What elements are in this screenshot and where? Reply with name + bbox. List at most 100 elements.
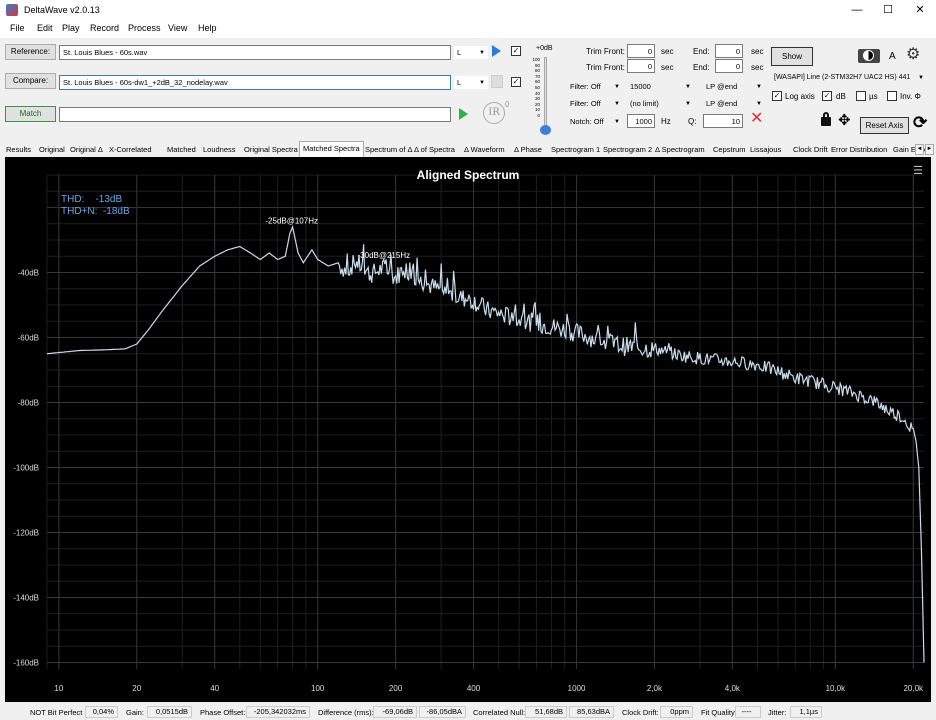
volume-ticks: 100 90 80 70 60 50 40 30 20 10 0 [532,57,540,118]
tab-waveform[interactable]: Δ Waveform [461,143,508,157]
gain-label: Gain: [126,708,144,717]
volume-slider-handle[interactable] [540,125,551,135]
font-size-button[interactable]: A [889,51,896,62]
difference-value: -69,06dB [373,706,417,718]
compare-button[interactable]: Compare: [5,73,56,89]
us-checkbox[interactable] [856,91,866,101]
notch-frequency-input[interactable]: 1000 [627,114,655,128]
sec-label: sec [661,47,674,56]
tab-results[interactable]: Results [3,143,34,157]
trim-front-label-2: Trim Front: [586,63,625,72]
match-button[interactable]: Match [5,106,56,122]
trim-front-input-2[interactable]: 0 [627,59,655,73]
phase-offset-label: Phase Offset: [200,708,246,717]
spectrum-plot[interactable]: -40dB -60dB -80dB -100dB -120dB -140dB -160dB … [5,157,931,702]
reference-button[interactable]: Reference: [5,44,56,60]
close-button[interactable]: ✕ [905,0,935,20]
invert-phase-label: Inv. Φ [900,92,921,101]
reference-file-input[interactable]: St. Louis Blues - 60s.wav [59,45,451,60]
y-tick-label: -120dB [13,529,39,538]
compare-checkbox[interactable]: ✓ [511,77,521,87]
y-tick-label: -80dB [18,399,39,408]
clock-drift-label: Clock Drift: [622,708,659,717]
tab-spectrogram[interactable]: Δ Spectrogram [652,143,708,157]
filter2-lp-select[interactable]: LP @end ▼ [703,97,765,110]
menu-file[interactable]: File [10,23,25,33]
q-input[interactable]: 10 [703,114,743,128]
play-reference-icon[interactable] [492,45,501,57]
menu-play[interactable]: Play [62,23,80,33]
tab-original[interactable]: Original Δ [67,143,106,157]
filter1-lp-select[interactable]: LP @end ▼ [703,80,765,93]
tab-original[interactable]: Original [36,143,68,157]
tab-loudness[interactable]: Loudness [200,143,239,157]
menu-help[interactable]: Help [198,23,217,33]
ir-icon[interactable]: IR [483,102,505,124]
minimize-button[interactable]: — [842,0,872,20]
tab-error-distribution[interactable]: Error Distribution [828,143,890,157]
filter1-frequency-select[interactable]: 15000 ▼ [627,80,694,93]
tab-x-correlated[interactable]: X-Correlated [106,143,155,157]
filter1-select[interactable]: Filter: Off ▼ [567,80,623,93]
filter2-frequency-select[interactable]: (no limit) ▼ [627,97,694,110]
tab-matched[interactable]: Matched [164,143,199,157]
maximize-button[interactable]: ☐ [873,0,903,20]
y-tick-label: -100dB [13,464,39,473]
refresh-icon[interactable]: ⟳ [913,114,927,132]
correlated-null-value: 51,68dB [525,706,567,718]
app-icon [6,4,18,16]
tab-spectrogram-1[interactable]: Spectrogram 1 [548,143,603,157]
invert-phase-checkbox[interactable] [887,91,897,101]
tab-phase[interactable]: Δ Phase [511,143,545,157]
plot-settings-icon[interactable]: ☰ [913,166,923,177]
db-checkbox[interactable]: ✓ [822,91,832,101]
notch-select[interactable]: Notch: Off ▼ [567,115,623,128]
y-tick-label: -140dB [13,594,39,603]
tab-lissajous[interactable]: Lissajous [747,143,784,157]
compare-channel-select[interactable]: L ▼ [454,76,488,89]
x-tick-label: 10,0k [826,684,847,693]
filter2-select[interactable]: Filter: Off ▼ [567,97,623,110]
menu-view[interactable]: View [168,23,187,33]
correlated-null-label: Correlated Null: [473,708,526,717]
log-axis-checkbox[interactable]: ✓ [772,91,782,101]
audio-device-select[interactable]: [WASAPI] Line (2-STM32H7 UAC2 HS) 441 ▼ [771,71,927,84]
compare-file-input[interactable]: St. Louis Blues - 60s-dw1_+2dB_32_nodela… [59,75,451,90]
lock-icon[interactable] [821,112,831,126]
tab-scroll-right-icon[interactable]: ► [925,144,934,155]
pan-move-icon[interactable]: ✥ [838,113,851,129]
db-label: dB [836,92,846,101]
gain-value: 0,0515dB [147,706,192,718]
show-button[interactable]: Show [771,47,813,66]
menu-process[interactable]: Process [128,23,161,33]
tab-cepstrum[interactable]: Cepstrum [710,143,749,157]
menu-record[interactable]: Record [90,23,119,33]
menu-edit[interactable]: Edit [37,23,53,33]
fit-quality-label: Fit Quality: [701,708,737,717]
difference-label: Difference (rms): [318,708,374,717]
settings-gear-icon[interactable]: ⚙ [906,47,920,63]
tab-clock-drift[interactable]: Clock Drift [790,143,831,157]
reset-axis-button[interactable]: Reset Axis [860,117,909,134]
play-matched-icon[interactable] [459,108,468,120]
play-compare-icon[interactable] [491,75,503,88]
x-tick-label: 4,0k [725,684,741,693]
tab-of-spectra[interactable]: Δ of Spectra [411,143,458,157]
trim-end-input[interactable]: 0 [715,44,743,58]
x-tick-label: 20,0k [903,684,924,693]
tab-spectrogram-2[interactable]: Spectrogram 2 [600,143,655,157]
trim-end-input-2[interactable]: 0 [715,59,743,73]
peak-label-215hz: -30dB@215Hz [358,251,411,260]
tab-original-spectra[interactable]: Original Spectra [241,143,301,157]
trim-front-input[interactable]: 0 [627,44,655,58]
title-bar: DeltaWave v2.0.13 — ☐ ✕ [0,0,936,20]
reference-checkbox[interactable]: ✓ [511,46,521,56]
tab-spectrum-of[interactable]: Spectrum of Δ [362,143,416,157]
tab-matched-spectra[interactable]: Matched Spectra [299,141,364,157]
theme-toggle-icon[interactable] [858,49,880,63]
tab-scroll-left-icon[interactable]: ◄ [915,144,924,155]
clear-filters-icon[interactable]: ✕ [750,110,763,128]
difference-weighted-value: -86,05dBA [419,706,466,718]
end-label-2: End: [693,63,710,72]
reference-channel-select[interactable]: L ▼ [454,46,488,59]
